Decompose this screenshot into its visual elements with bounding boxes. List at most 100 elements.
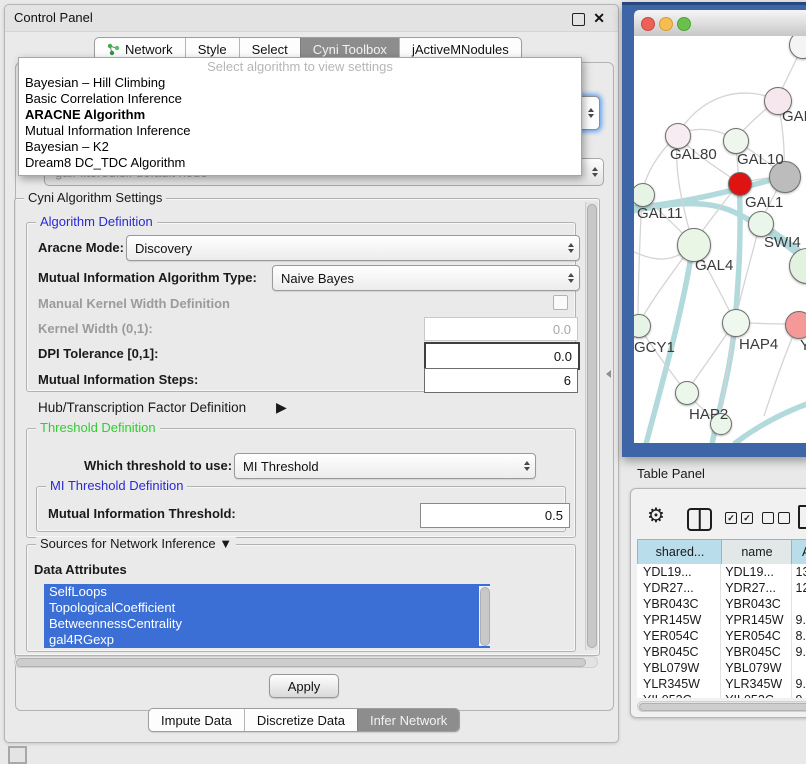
cell-value [792, 660, 806, 676]
dropdown-item[interactable]: Bayesian – K2 [19, 139, 581, 155]
mi-threshold-field[interactable]: 0.5 [420, 503, 570, 528]
close-icon[interactable]: ✕ [593, 10, 605, 26]
table-row[interactable]: YIL052C YIL052C 9. [637, 692, 806, 698]
hub-definition-label: Hub/Transcription Factor Definition [38, 400, 246, 415]
dpi-tolerance-field[interactable]: 0.0 [424, 342, 580, 370]
minimized-panel-icon[interactable] [8, 746, 27, 764]
expand-right-icon[interactable]: ▶ [276, 399, 287, 416]
manual-kernel-width-label: Manual Kernel Width Definition [38, 296, 230, 311]
cell-name: YER054C [721, 628, 791, 644]
scrollbar-thumb[interactable] [587, 204, 597, 648]
cell-shared-name: YBR043C [637, 596, 721, 612]
dropdown-item[interactable]: Dream8 DC_TDC Algorithm [19, 155, 581, 171]
network-node[interactable] [722, 309, 750, 337]
group-title: Cyni Algorithm Settings [24, 191, 166, 205]
combobox-value: Discovery [135, 241, 192, 256]
cell-value [792, 596, 806, 612]
node-label: Y [800, 337, 806, 354]
column-header-name[interactable]: name [721, 539, 793, 565]
control-panel-header [5, 5, 618, 32]
tab-infer-network[interactable]: Infer Network [357, 709, 459, 731]
column-header-shared-name[interactable]: shared... [637, 539, 723, 565]
table-horizontal-scrollbar[interactable] [637, 701, 806, 712]
float-panel-icon[interactable] [572, 13, 585, 26]
table-row[interactable]: YLR345W YLR345W 9. [637, 676, 806, 692]
tab-label: Discretize Data [257, 713, 345, 728]
column-header-partial[interactable]: A [791, 539, 806, 565]
scrollbar-thumb[interactable] [480, 587, 490, 646]
dropdown-item[interactable]: Bayesian – Hill Climbing [19, 75, 581, 91]
cell-shared-name: YBR045C [637, 644, 721, 660]
mi-algorithm-type-combobox[interactable]: Naive Bayes [272, 265, 580, 291]
application-window: { "colors": { "selection_blue": "#3b6fd6… [0, 0, 806, 762]
dropdown-item-selected[interactable]: ARACNE Algorithm [19, 107, 581, 123]
kernel-width-field[interactable]: 0.0 [424, 317, 578, 341]
table-row[interactable]: YBR045C YBR045C 9. [637, 644, 806, 660]
cell-name: YDL19... [721, 564, 791, 580]
maximize-traffic-light-icon[interactable] [677, 17, 691, 31]
gear-icon[interactable]: ⚙ [647, 506, 665, 526]
scrollbar-thumb[interactable] [639, 703, 806, 711]
network-window-titlebar[interactable] [634, 10, 806, 37]
network-node[interactable] [728, 172, 752, 196]
list-item[interactable]: BetweennessCentrality [44, 616, 490, 632]
cell-shared-name: YBL079W [637, 660, 721, 676]
table-row[interactable]: YBR043C YBR043C [637, 596, 806, 612]
deselect-all-checkboxes-icon[interactable] [762, 512, 790, 524]
table-row[interactable]: YDR27... YDR27... 12 [637, 580, 806, 596]
minimize-traffic-light-icon[interactable] [659, 17, 673, 31]
combobox-value: MI Threshold [243, 459, 319, 474]
node-label: GAL11 [637, 205, 683, 222]
tab-impute-data[interactable]: Impute Data [149, 709, 244, 731]
tab-discretize-data[interactable]: Discretize Data [244, 709, 357, 731]
settings-horizontal-scrollbar[interactable] [14, 656, 598, 668]
network-canvas[interactable]: GAL GAL80 GAL10 GAL1 GAL11 SWI4 GAL4 GCY… [634, 36, 806, 443]
table-row[interactable]: YPR145W YPR145W 9. [637, 612, 806, 628]
mi-steps-field[interactable]: 6 [424, 368, 578, 393]
checked-box-icon: ✓ [725, 512, 737, 524]
group-title: Sources for Network Inference ▼ [36, 537, 236, 551]
new-table-icon[interactable] [798, 505, 806, 529]
list-item[interactable]: TopologicalCoefficient [44, 600, 490, 616]
select-all-checkboxes-icon[interactable]: ✓ ✓ [725, 512, 753, 524]
columns-icon[interactable] [687, 508, 712, 531]
node-label: GAL10 [737, 151, 784, 168]
algorithm-dropdown-list: Select algorithm to view settings Bayesi… [18, 57, 582, 176]
tab-label: jActiveMNodules [412, 42, 509, 57]
table-row[interactable]: YBL079W YBL079W [637, 660, 806, 676]
cell-name: YLR345W [721, 676, 791, 692]
network-node[interactable] [675, 381, 699, 405]
cell-value: 12 [792, 580, 806, 596]
dropdown-item[interactable]: Mutual Information Inference [19, 123, 581, 139]
list-item[interactable]: gal4RGexp [44, 632, 490, 648]
node-label: HAP4 [739, 336, 778, 353]
cell-shared-name: YDL19... [637, 564, 721, 580]
cell-name: YBR045C [721, 644, 791, 660]
which-threshold-combobox[interactable]: MI Threshold [234, 453, 536, 479]
apply-button[interactable]: Apply [269, 674, 339, 698]
dropdown-item[interactable]: Basic Correlation Inference [19, 91, 581, 107]
table-panel: ⚙ ✓ ✓ shared... name A YDL19... YDL19...… [630, 488, 806, 718]
tab-label: Network [125, 42, 173, 57]
node-label: GAL4 [695, 257, 733, 274]
table-panel-title: Table Panel [637, 466, 705, 481]
tab-label: Select [252, 42, 288, 57]
network-node[interactable] [785, 311, 806, 339]
list-item[interactable]: SelfLoops [44, 584, 490, 600]
unchecked-box-icon [778, 512, 790, 524]
aracne-mode-combobox[interactable]: Discovery [126, 235, 580, 261]
cell-shared-name: YER054C [637, 628, 721, 644]
splitter-handle-icon[interactable] [606, 370, 611, 378]
kernel-width-label: Kernel Width (0,1): [38, 321, 153, 336]
tab-label: Cyni Toolbox [313, 42, 387, 57]
attributes-scrollbar[interactable] [479, 586, 490, 646]
collapse-down-icon[interactable]: ▼ [219, 536, 232, 551]
table-row[interactable]: YDL19... YDL19... 13 [637, 564, 806, 580]
cell-name: YIL052C [721, 692, 791, 698]
table-body: YDL19... YDL19... 13 YDR27... YDR27... 1… [637, 564, 806, 698]
manual-kernel-width-checkbox[interactable] [553, 295, 568, 310]
close-traffic-light-icon[interactable] [641, 17, 655, 31]
scrollbar-thumb[interactable] [16, 658, 586, 667]
settings-vertical-scrollbar[interactable] [585, 202, 598, 650]
table-row[interactable]: YER054C YER054C 8. [637, 628, 806, 644]
